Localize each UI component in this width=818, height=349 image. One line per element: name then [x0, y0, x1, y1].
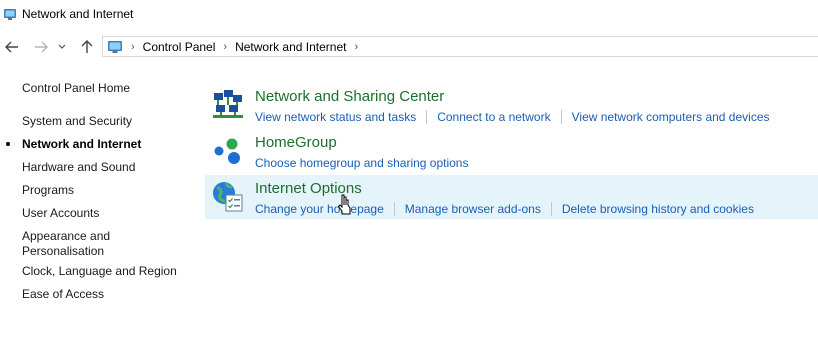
control-panel-icon — [108, 40, 122, 53]
link-view-network-status[interactable]: View network status and tasks — [255, 110, 416, 124]
sidebar-item-hardware-and-sound[interactable]: Hardware and Sound — [22, 160, 135, 175]
breadcrumb-separator[interactable]: › — [354, 41, 358, 53]
navigation-bar: › Control Panel › Network and Internet › — [0, 34, 818, 60]
control-panel-icon — [4, 9, 16, 20]
homegroup-icon — [214, 138, 240, 164]
sidebar-item-personalisation[interactable]: Personalisation — [22, 244, 104, 259]
category-title-homegroup[interactable]: HomeGroup — [255, 134, 337, 151]
link-divider — [560, 110, 562, 124]
breadcrumb-separator: › — [131, 40, 135, 53]
category-title-network-sharing[interactable]: Network and Sharing Center — [255, 88, 444, 105]
forward-arrow-icon[interactable] — [32, 37, 50, 57]
network-sharing-icon — [213, 90, 243, 118]
breadcrumb-control-panel[interactable]: Control Panel — [143, 40, 216, 54]
link-view-network-computers[interactable]: View network computers and devices — [572, 110, 770, 124]
sidebar-item-ease-of-access[interactable]: Ease of Access — [22, 287, 104, 302]
link-divider — [550, 202, 552, 216]
category-network-sharing: Network and Sharing Center View network … — [205, 83, 818, 127]
category-homegroup: HomeGroup Choose homegroup and sharing o… — [205, 129, 818, 173]
active-bullet — [6, 142, 10, 146]
link-connect-to-network[interactable]: Connect to a network — [437, 110, 550, 124]
breadcrumb-separator[interactable]: › — [223, 41, 227, 53]
category-title-internet-options[interactable]: Internet Options — [255, 180, 362, 197]
link-choose-homegroup[interactable]: Choose homegroup and sharing options — [255, 156, 468, 170]
link-change-homepage[interactable]: Change your homepage — [255, 202, 384, 216]
link-divider — [393, 202, 395, 216]
link-delete-browsing-history[interactable]: Delete browsing history and cookies — [562, 202, 754, 216]
sidebar-item-control-panel-home[interactable]: Control Panel Home — [22, 81, 130, 96]
sidebar-item-programs[interactable]: Programs — [22, 183, 74, 198]
sidebar-item-clock-language-region[interactable]: Clock, Language and Region — [22, 264, 177, 279]
title-bar: Network and Internet — [0, 0, 818, 30]
breadcrumb-network-and-internet[interactable]: Network and Internet — [235, 40, 346, 54]
back-arrow-icon[interactable] — [3, 37, 21, 57]
sidebar-item-network-and-internet[interactable]: Network and Internet — [22, 137, 141, 152]
chevron-down-icon[interactable] — [56, 37, 68, 57]
category-internet-options: Internet Options Change your homepage Ma… — [205, 175, 818, 219]
link-divider — [426, 110, 428, 124]
sidebar-item-appearance[interactable]: Appearance and — [22, 229, 110, 244]
link-manage-addons[interactable]: Manage browser add-ons — [405, 202, 541, 216]
window-title: Network and Internet — [22, 7, 134, 21]
category-links: Choose homegroup and sharing options — [255, 156, 468, 170]
internet-options-icon — [213, 182, 243, 212]
sidebar-item-system-and-security[interactable]: System and Security — [22, 114, 132, 129]
category-links: View network status and tasks Connect to… — [255, 110, 770, 124]
up-arrow-icon[interactable] — [78, 37, 96, 57]
category-links: Change your homepage Manage browser add-… — [255, 202, 754, 216]
sidebar-item-user-accounts[interactable]: User Accounts — [22, 206, 99, 221]
address-bar[interactable]: › Control Panel › Network and Internet › — [102, 36, 818, 57]
